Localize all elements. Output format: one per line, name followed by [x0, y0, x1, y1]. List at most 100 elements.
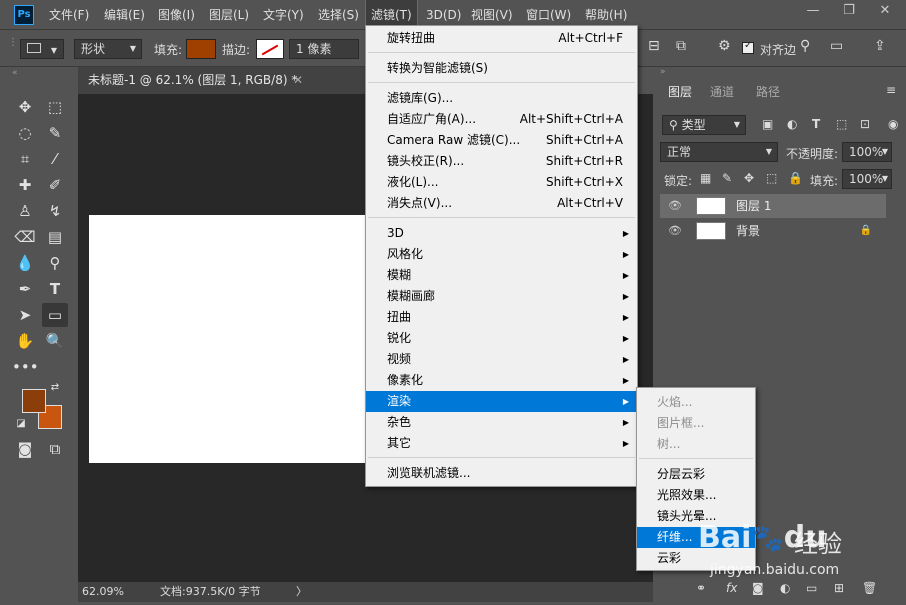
layer-row-layer1[interactable]: 👁 图层 1: [660, 194, 886, 218]
chevron-down-icon: ▼: [881, 147, 888, 156]
panel-collapse-icon[interactable]: »: [660, 67, 666, 77]
menu-item-3d[interactable]: 3D ▶: [366, 223, 637, 244]
menu-item-camera-raw[interactable]: Camera Raw 滤镜(C)... Shift+Ctrl+A: [366, 130, 637, 151]
menu-item-filter-gallery[interactable]: 滤镜库(G)...: [366, 88, 637, 109]
lock-pixels-icon[interactable]: ✎: [722, 171, 732, 185]
lock-all-icon[interactable]: 🔒: [788, 171, 803, 185]
eye-icon[interactable]: 👁: [668, 194, 682, 218]
eye-icon[interactable]: 👁: [668, 219, 682, 243]
submenu-item-lighting-effects[interactable]: 光照效果...: [637, 485, 755, 506]
menu-item-sharpen[interactable]: 锐化 ▶: [366, 328, 637, 349]
restore-button[interactable]: ❐: [832, 0, 866, 22]
shape-filter-icon[interactable]: ⬚: [836, 117, 847, 131]
opacity-field[interactable]: 100% ▼: [842, 142, 892, 162]
menu-item-liquify[interactable]: 液化(L)... Shift+Ctrl+X: [366, 172, 637, 193]
brush-tool-icon[interactable]: ✐: [42, 173, 68, 197]
menu-item-convert-smart-filter[interactable]: 转换为智能滤镜(S): [366, 58, 637, 79]
move-tool-icon[interactable]: ✥: [12, 95, 38, 119]
menu-item-blur-gallery[interactable]: 模糊画廊 ▶: [366, 286, 637, 307]
stroke-color-swatch[interactable]: [256, 39, 284, 59]
menu-item-stylize[interactable]: 风格化 ▶: [366, 244, 637, 265]
quick-select-tool-icon[interactable]: ✎: [42, 121, 68, 145]
menu-type[interactable]: 文字(Y): [258, 0, 309, 30]
type-tool-icon[interactable]: T: [42, 277, 68, 301]
document-canvas[interactable]: [89, 215, 379, 463]
search-icon[interactable]: ⚲: [800, 38, 810, 54]
menu-item-noise[interactable]: 杂色 ▶: [366, 412, 637, 433]
tab-channels[interactable]: 通道: [702, 80, 742, 105]
dodge-tool-icon[interactable]: ⚲: [42, 251, 68, 275]
clone-stamp-tool-icon[interactable]: ♙: [12, 199, 38, 223]
shape-mode-select[interactable]: 形状 ▼: [74, 39, 142, 59]
align-edges-checkbox[interactable]: ✓: [742, 40, 754, 54]
lasso-tool-icon[interactable]: ◌: [12, 121, 38, 145]
panel-menu-icon[interactable]: ≡: [886, 83, 896, 97]
eyedropper-tool-icon[interactable]: ⁄: [42, 147, 68, 171]
foreground-color-swatch[interactable]: [22, 389, 46, 413]
close-button[interactable]: ✕: [868, 0, 902, 22]
swap-colors-icon[interactable]: ⇄: [48, 381, 62, 395]
menu-item-video[interactable]: 视频 ▶: [366, 349, 637, 370]
fill-field[interactable]: 100% ▼: [842, 169, 892, 189]
more-tools-icon[interactable]: •••: [12, 355, 39, 379]
panel-collapse-icon[interactable]: «: [8, 67, 72, 79]
workspace-icon[interactable]: ▭: [830, 38, 843, 54]
menu-select[interactable]: 选择(S): [313, 0, 364, 30]
menu-item-distort[interactable]: 扭曲 ▶: [366, 307, 637, 328]
path-align-icon[interactable]: ⊟: [648, 38, 660, 54]
menu-item-browse-online-filters[interactable]: 浏览联机滤镜...: [366, 463, 637, 484]
minimize-button[interactable]: —: [796, 0, 830, 22]
zoom-level[interactable]: 62.09%: [82, 582, 124, 602]
gear-icon[interactable]: ⚙: [718, 38, 731, 54]
layer-row-background[interactable]: 👁 背景 🔒: [660, 219, 886, 243]
menu-image[interactable]: 图像(I): [153, 0, 200, 30]
stroke-width-field[interactable]: 1 像素: [289, 39, 359, 59]
tab-paths[interactable]: 路径: [748, 80, 788, 105]
blend-mode-select[interactable]: 正常 ▼: [660, 142, 778, 162]
menu-item-adaptive-wide-angle[interactable]: 自适应广角(A)... Alt+Shift+Ctrl+A: [366, 109, 637, 130]
zoom-tool-icon[interactable]: 🔍: [42, 329, 68, 353]
marquee-tool-icon[interactable]: ⬚: [42, 95, 68, 119]
screen-mode-icon[interactable]: ⧉: [42, 437, 68, 461]
healing-brush-tool-icon[interactable]: ✚: [12, 173, 38, 197]
menu-item-render[interactable]: 渲染 ▶: [366, 391, 637, 412]
path-select-tool-icon[interactable]: ➤: [12, 303, 38, 327]
tool-preset-picker[interactable]: ▼: [20, 39, 64, 59]
menu-item-twirl[interactable]: 旋转扭曲 Alt+Ctrl+F: [366, 28, 637, 49]
quick-mask-icon[interactable]: ◙: [12, 437, 38, 461]
path-arrange-icon[interactable]: ⧉: [676, 38, 686, 54]
menu-item-vanishing-point[interactable]: 消失点(V)... Alt+Ctrl+V: [366, 193, 637, 214]
filter-toggle-icon[interactable]: ◉: [888, 117, 898, 131]
lock-transparent-icon[interactable]: ▦: [700, 171, 711, 185]
status-menu-arrow-icon[interactable]: 〉: [296, 582, 307, 602]
hand-tool-icon[interactable]: ✋: [12, 329, 38, 353]
smart-object-filter-icon[interactable]: ⊡: [860, 117, 870, 131]
menu-item-pixelate[interactable]: 像素化 ▶: [366, 370, 637, 391]
submenu-item-difference-clouds[interactable]: 分层云彩: [637, 464, 755, 485]
adjustment-filter-icon[interactable]: ◐: [787, 117, 797, 131]
lock-artboard-icon[interactable]: ⬚: [766, 171, 777, 185]
eraser-tool-icon[interactable]: ⌫: [12, 225, 38, 249]
close-tab-icon[interactable]: ✕: [293, 67, 303, 94]
blur-tool-icon[interactable]: 💧: [12, 251, 38, 275]
fill-color-swatch[interactable]: [186, 39, 216, 59]
crop-tool-icon[interactable]: ⌗: [12, 147, 38, 171]
history-brush-tool-icon[interactable]: ↯: [42, 199, 68, 223]
lock-position-icon[interactable]: ✥: [744, 171, 754, 185]
rectangle-tool-icon[interactable]: ▭: [42, 303, 68, 327]
menu-item-other[interactable]: 其它 ▶: [366, 433, 637, 454]
share-icon[interactable]: ⇪: [874, 38, 886, 54]
document-tab[interactable]: 未标题-1 @ 62.1% (图层 1, RGB/8) *: [78, 67, 308, 94]
tab-layers[interactable]: 图层: [660, 80, 701, 105]
menu-file[interactable]: 文件(F): [44, 0, 94, 30]
layer-filter-select[interactable]: ⚲ 类型 ▼: [662, 115, 746, 135]
pixel-filter-icon[interactable]: ▣: [762, 117, 773, 131]
type-filter-icon[interactable]: T: [812, 117, 820, 131]
menu-edit[interactable]: 编辑(E): [99, 0, 150, 30]
menu-item-blur[interactable]: 模糊 ▶: [366, 265, 637, 286]
menu-item-lens-correction[interactable]: 镜头校正(R)... Shift+Ctrl+R: [366, 151, 637, 172]
pen-tool-icon[interactable]: ✒: [12, 277, 38, 301]
menu-layer[interactable]: 图层(L): [204, 0, 254, 30]
gradient-tool-icon[interactable]: ▤: [42, 225, 68, 249]
default-colors-icon[interactable]: ◪: [14, 417, 28, 431]
